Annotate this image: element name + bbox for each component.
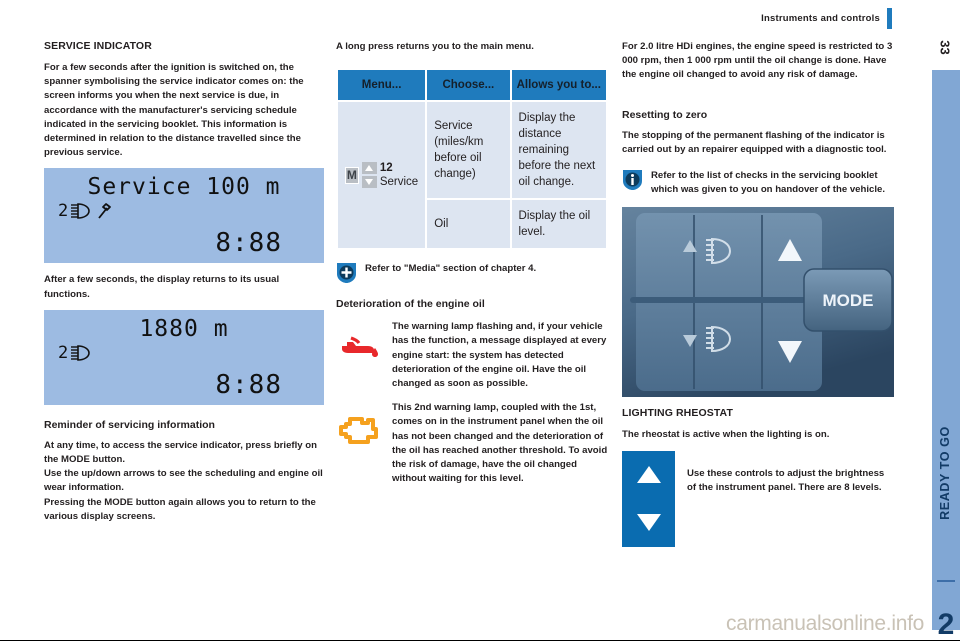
chapter-divider [937, 580, 955, 582]
rheostat-paragraph: The rheostat is active when the lighting… [622, 429, 830, 441]
oil-can-icon [342, 336, 378, 358]
table-header-row: Menu... Choose... Allows you to... [338, 70, 606, 101]
lcd-service-text: Service 100 m [87, 174, 281, 201]
plus-shield-icon [337, 263, 356, 284]
page-number: 33 [937, 40, 953, 55]
service-indicator-paragraph: For a few seconds after the ignition is … [44, 62, 304, 159]
header-title: Instruments and controls [761, 13, 880, 24]
reminder-paragraph-3: Pressing the MODE button again allows yo… [44, 496, 316, 522]
column-right: For 2.0 litre HDi engines, the engine sp… [622, 40, 894, 547]
brightness-control-buttons[interactable] [622, 450, 675, 547]
table-header-choose: Choose... [427, 70, 510, 101]
brightness-control-row: Use these controls to adjust the brightn… [622, 450, 894, 547]
menu-cell-number: 12 [379, 162, 393, 175]
engine-icon [339, 417, 378, 445]
oil-can-warning-icon [336, 320, 382, 360]
lcd-prefix-number: 2 [58, 201, 69, 222]
headlamp-icon [71, 345, 91, 361]
brightness-down-icon[interactable] [636, 514, 661, 532]
resetting-heading: Resetting to zero [622, 108, 708, 121]
hdi-engine-paragraph: For 2.0 litre HDi engines, the engine sp… [622, 41, 893, 81]
side-rail: 33 READY TO GO 2 [930, 0, 960, 640]
chapter-label: READY TO GO [938, 426, 952, 520]
long-press-paragraph: A long press returns you to the main men… [336, 41, 534, 52]
instrument-panel-controls-photo: MODE [622, 207, 894, 398]
menu-cell: M 12 Service [338, 102, 426, 249]
table-row: M 12 Service Service (miles/km before oi [338, 102, 606, 249]
table-header-menu: Menu... [338, 70, 426, 101]
chapter-number: 2 [937, 608, 955, 641]
lcd-distance-text: 1880 m [139, 315, 229, 342]
service-indicator-heading: SERVICE INDICATOR [44, 40, 152, 52]
menu-table: Menu... Choose... Allows you to... M 12 … [336, 68, 608, 250]
table-header-allows: Allows you to... [511, 70, 606, 101]
choose-cell-2: Oil [427, 200, 510, 249]
controls-photo-svg: MODE [622, 207, 894, 398]
lcd-prefix-number-2: 2 [58, 342, 69, 363]
arrow-up-icon [361, 162, 377, 175]
lcd-distance-clock: 8:88 [215, 369, 282, 400]
info-shield-icon [623, 170, 642, 191]
deterioration-heading: Deterioration of the engine oil [336, 298, 485, 311]
allows-cell-1: Display the distance remaining before th… [511, 102, 606, 199]
brightness-up-icon[interactable] [636, 466, 661, 484]
warning-item: The warning lamp flashing and, if your v… [336, 320, 608, 391]
lcd-service-indicators: 2 [58, 201, 112, 221]
engine-warning-icon [336, 401, 382, 447]
arrow-stack [361, 162, 377, 189]
resetting-paragraph: The stopping of the permanent flashing o… [622, 129, 887, 155]
warning-item-text-1: The warning lamp flashing and, if your v… [392, 321, 607, 390]
reminder-paragraph-1: At any time, to access the service indic… [44, 439, 317, 466]
lcd-distance-indicators: 2 [58, 343, 95, 363]
menu-cell-label: 12 Service [380, 161, 418, 189]
m-button-icon: M [345, 166, 359, 184]
lighting-rheostat-heading: LIGHTING RHEOSTAT [622, 407, 733, 420]
column-middle: A long press returns you to the main men… [336, 40, 608, 486]
column-left: SERVICE INDICATOR For a few seconds afte… [44, 40, 324, 532]
lcd-display-service: Service 100 m 2 8:88 [44, 168, 324, 264]
reminder-paragraph-2: Use the up/down arrows to see the schedu… [44, 468, 323, 494]
page-header: Instruments and controls [761, 8, 892, 29]
checks-callout-text: Refer to the list of checks in the servi… [651, 170, 886, 196]
allows-cell-2: Display the oil level. [511, 200, 606, 249]
manual-page: Instruments and controls 33 READY TO GO … [0, 0, 960, 640]
display-returns-paragraph: After a few seconds, the display returns… [44, 274, 280, 300]
lcd-display-distance: 1880 m 2 8:88 [44, 309, 324, 405]
warning-item-text-2: This 2nd warning lamp, coupled with the … [392, 402, 608, 485]
headlamp-icon [71, 203, 91, 220]
mode-button-label: MODE [823, 291, 874, 310]
brightness-control-text: Use these controls to adjust the brightn… [687, 467, 885, 493]
lcd-service-clock: 8:88 [215, 228, 282, 259]
reminder-heading: Reminder of servicing information [44, 418, 215, 431]
media-callout-text: Refer to "Media" section of chapter 4. [365, 263, 537, 275]
chapter-tab: READY TO GO 2 [932, 70, 960, 640]
checks-callout: Refer to the list of checks in the servi… [622, 169, 894, 197]
warning-item: This 2nd warning lamp, coupled with the … [336, 401, 608, 486]
wrench-icon [98, 203, 112, 219]
menu-cell-text: Service [379, 176, 419, 189]
arrow-down-icon [361, 176, 377, 189]
media-callout: Refer to "Media" section of chapter 4. [336, 262, 608, 284]
watermark: carmanualsonline.info [726, 612, 924, 635]
menu-icon-group: M 12 Service [345, 161, 418, 189]
header-accent-bar [887, 8, 892, 29]
choose-cell-1: Service (miles/km before oil change) [427, 102, 510, 199]
